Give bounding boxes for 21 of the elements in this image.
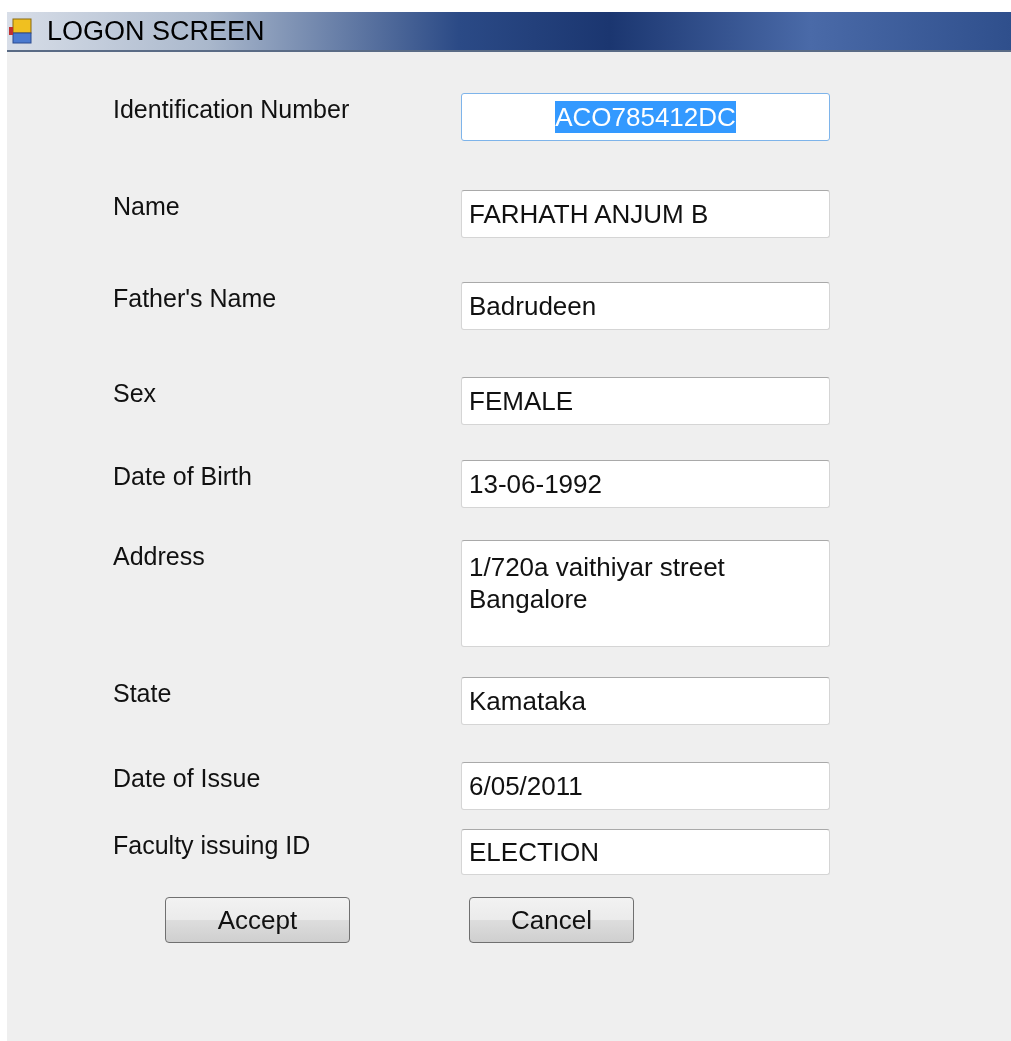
field-label: Faculty issuing ID	[113, 830, 312, 858]
text-field[interactable]: 6/05/2011	[461, 762, 830, 810]
text-field[interactable]: 13-06-1992	[461, 460, 830, 508]
field-label: Date of Issue	[113, 763, 262, 791]
field-label: Name	[113, 191, 181, 219]
window-title: LOGON SCREEN	[47, 14, 265, 48]
accept-button[interactable]: Accept	[165, 897, 350, 943]
text-field[interactable]: FARHATH ANJUM B	[461, 190, 830, 238]
field-label: Sex	[113, 378, 158, 406]
field-label: Date of Birth	[113, 461, 253, 489]
text-field[interactable]: Kamataka	[461, 677, 830, 725]
text-field[interactable]: FEMALE	[461, 377, 830, 425]
text-field[interactable]: Badrudeen	[461, 282, 830, 330]
cancel-button[interactable]: Cancel	[469, 897, 634, 943]
field-label: Identification Number	[113, 94, 351, 122]
address-field[interactable]: 1/720a vaithiyar street Bangalore	[461, 540, 830, 647]
text-field[interactable]: ELECTION	[461, 829, 830, 875]
window-icon	[9, 17, 33, 45]
field-label: State	[113, 678, 173, 706]
field-label: Father's Name	[113, 283, 278, 311]
field-label: Address	[113, 541, 206, 569]
